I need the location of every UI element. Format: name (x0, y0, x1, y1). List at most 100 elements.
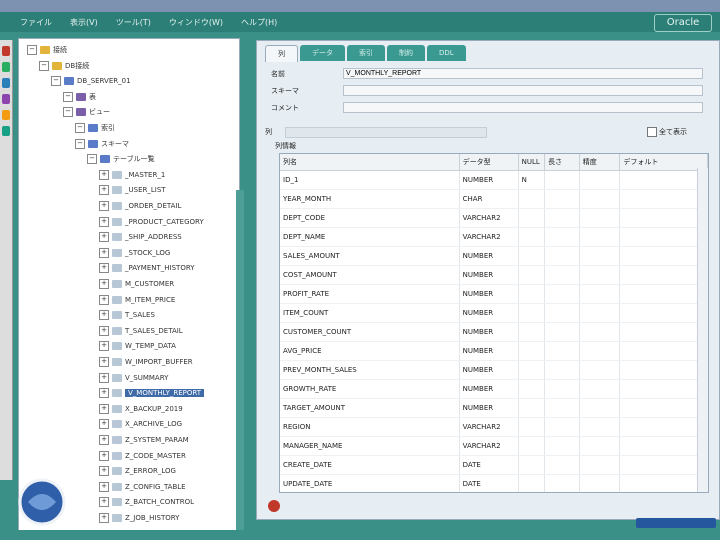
table-cell[interactable] (544, 189, 580, 209)
table-cell[interactable]: NUMBER (459, 303, 519, 323)
header-default[interactable]: デフォルト (619, 154, 708, 171)
table-cell[interactable] (619, 398, 708, 418)
table-cell[interactable] (544, 417, 580, 437)
expand-toggle-icon[interactable]: − (63, 107, 73, 118)
table-cell[interactable]: SALES_AMOUNT (280, 246, 460, 266)
tree-scrollbar[interactable] (236, 190, 244, 530)
table-cell[interactable]: DEPT_NAME (280, 227, 460, 247)
table-cell[interactable]: NUMBER (459, 265, 519, 285)
expand-toggle-icon[interactable]: + (99, 325, 109, 336)
table-cell[interactable] (619, 246, 708, 266)
table-row[interactable]: AVG_PRICE NUMBER (280, 341, 708, 361)
expand-toggle-icon[interactable]: − (75, 123, 85, 133)
table-cell[interactable]: VARCHAR2 (459, 227, 519, 247)
table-cell[interactable] (518, 398, 546, 418)
tree-node[interactable]: + W_TEMP_DATA (99, 339, 176, 353)
expand-toggle-icon[interactable]: + (99, 185, 109, 196)
table-cell[interactable] (518, 246, 546, 266)
export-icon[interactable] (2, 110, 10, 120)
table-row[interactable]: REGION VARCHAR2 (280, 417, 708, 437)
tree-node[interactable]: + _USER_LIST (99, 183, 166, 197)
table-cell[interactable] (544, 265, 580, 285)
table-cell[interactable] (579, 398, 621, 418)
tree-node[interactable]: + _MASTER_1 (99, 168, 165, 182)
tree-node[interactable]: + _ORDER_DETAIL (99, 199, 181, 213)
tree-node[interactable]: − 索引 (75, 121, 115, 135)
table-cell[interactable] (518, 417, 546, 437)
table-cell[interactable] (579, 189, 621, 209)
table-cell[interactable] (544, 284, 580, 304)
table-cell[interactable]: GROWTH_RATE (280, 379, 460, 399)
table-cell[interactable] (619, 265, 708, 285)
table-cell[interactable]: REGION (280, 417, 460, 437)
tree-node[interactable]: + Z_SYSTEM_PARAM (99, 433, 189, 447)
expand-toggle-icon[interactable]: + (99, 232, 109, 243)
table-cell[interactable] (619, 474, 708, 492)
expand-toggle-icon[interactable]: + (99, 513, 109, 523)
filter-input[interactable] (285, 127, 487, 138)
expand-toggle-icon[interactable]: + (99, 294, 109, 305)
table-cell[interactable] (619, 284, 708, 304)
tree-node[interactable]: + _SHIP_ADDRESS (99, 230, 182, 244)
table-cell[interactable] (579, 341, 621, 361)
table-cell[interactable] (619, 341, 708, 361)
table-cell[interactable] (579, 379, 621, 399)
table-cell[interactable]: NUMBER (459, 341, 519, 361)
tree-node[interactable]: − ビュー (63, 105, 110, 119)
table-cell[interactable] (544, 170, 580, 190)
table-cell[interactable] (544, 379, 580, 399)
menu-item-tools[interactable]: ツール(T) (116, 17, 151, 28)
table-cell[interactable]: NUMBER (459, 398, 519, 418)
table-cell[interactable] (579, 246, 621, 266)
tree-node[interactable]: + T_SALES_DETAIL (99, 324, 183, 338)
tab-constraints[interactable]: 制約 (387, 45, 425, 61)
cancel-icon[interactable] (268, 500, 280, 512)
table-cell[interactable] (544, 436, 580, 456)
table-cell[interactable] (518, 189, 546, 209)
table-row[interactable]: PROFIT_RATE NUMBER (280, 284, 708, 304)
table-cell[interactable]: PREV_MONTH_SALES (280, 360, 460, 380)
stop-icon[interactable] (2, 78, 10, 88)
table-cell[interactable] (518, 341, 546, 361)
header-column-name[interactable]: 列名 (280, 154, 460, 171)
table-cell[interactable] (518, 474, 546, 492)
expand-toggle-icon[interactable]: + (99, 169, 109, 180)
table-row[interactable]: ID_1 NUMBER N (280, 170, 708, 190)
table-cell[interactable] (619, 208, 708, 228)
table-row[interactable]: SALES_AMOUNT NUMBER (280, 246, 708, 266)
table-cell[interactable] (544, 455, 580, 475)
table-cell[interactable] (619, 189, 708, 209)
table-cell[interactable] (579, 417, 621, 437)
table-cell[interactable] (579, 455, 621, 475)
table-cell[interactable] (518, 322, 546, 342)
table-cell[interactable] (579, 208, 621, 228)
expand-toggle-icon[interactable]: − (75, 138, 85, 149)
table-cell[interactable]: MANAGER_NAME (280, 436, 460, 456)
table-cell[interactable] (579, 360, 621, 380)
table-cell[interactable]: YEAR_MONTH (280, 189, 460, 209)
table-cell[interactable] (579, 227, 621, 247)
table-cell[interactable]: N (518, 170, 546, 190)
table-cell[interactable] (544, 246, 580, 266)
connect-icon[interactable] (2, 46, 10, 56)
commit-icon[interactable] (2, 94, 10, 104)
tree-node[interactable]: + _PAYMENT_HISTORY (99, 261, 195, 275)
table-cell[interactable]: ID_1 (280, 170, 460, 190)
expand-toggle-icon[interactable]: − (39, 60, 49, 71)
tree-node[interactable]: − スキーマ (75, 137, 129, 151)
grid-scrollbar[interactable] (697, 168, 708, 492)
object-tree[interactable]: − 接続 − DB接続 − DB_SERVER_01− 表 − ビュー − 索引 − スキーマ − テーブル… (18, 38, 240, 538)
expand-toggle-icon[interactable]: − (51, 76, 61, 87)
table-cell[interactable]: NUMBER (459, 284, 519, 304)
table-cell[interactable]: NUMBER (459, 322, 519, 342)
header-precision[interactable]: 精度 (579, 154, 621, 171)
table-cell[interactable] (544, 474, 580, 492)
expand-toggle-icon[interactable]: + (99, 419, 109, 430)
tree-node[interactable]: + T_SALES (99, 308, 155, 322)
expand-toggle-icon[interactable]: + (99, 279, 109, 289)
tree-node[interactable]: + X_ARCHIVE_LOG (99, 417, 182, 431)
table-cell[interactable]: VARCHAR2 (459, 417, 519, 437)
table-cell[interactable] (518, 227, 546, 247)
tree-node[interactable]: + M_CUSTOMER (99, 277, 174, 291)
header-nullable[interactable]: NULL (518, 154, 546, 171)
